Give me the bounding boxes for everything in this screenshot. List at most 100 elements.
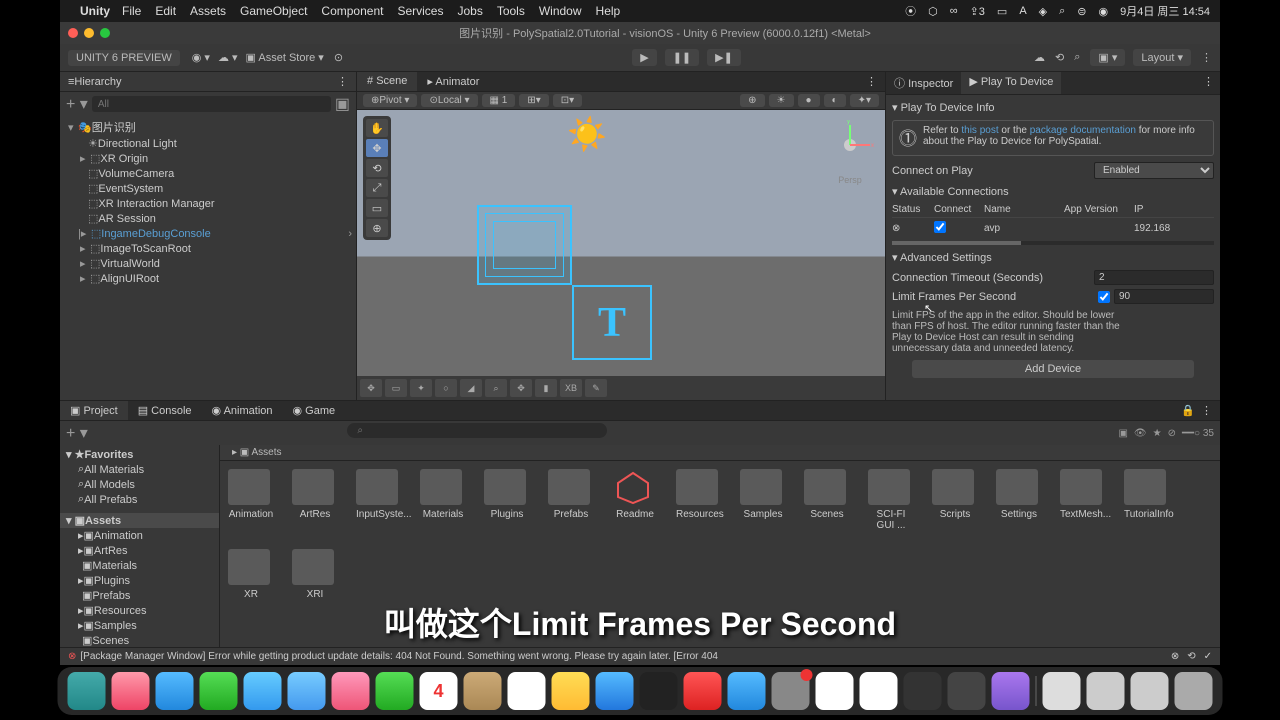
asset-folder[interactable]: Prefabs — [548, 469, 594, 531]
selected-object-1[interactable] — [477, 205, 572, 285]
asset-folder[interactable]: Animation — [228, 469, 274, 531]
favorites-header[interactable]: ▾ ★ Favorites — [60, 447, 219, 462]
dock-app[interactable] — [684, 672, 722, 710]
thumb-slider[interactable]: 35 — [1203, 428, 1214, 439]
step-button[interactable]: ▶❚ — [707, 49, 741, 66]
tree-folder[interactable]: ▣ Prefabs — [60, 588, 219, 603]
tree-folder[interactable]: ▣ Materials — [60, 558, 219, 573]
assets-header[interactable]: ▾ ▣ Assets — [60, 513, 219, 528]
search-toolbar-icon[interactable]: ⌕ — [1074, 51, 1080, 64]
hierarchy-search[interactable] — [92, 96, 331, 112]
record-icon[interactable]: ⦿ — [905, 3, 916, 19]
rect-tool[interactable]: ▭ — [366, 199, 388, 217]
available-header[interactable]: ▾ Available Connections — [892, 181, 1214, 202]
dock-app[interactable] — [816, 672, 854, 710]
directional-light-gizmo[interactable]: ☀️ — [567, 115, 607, 153]
add-button[interactable]: + ▾ — [66, 94, 88, 114]
scene-btn[interactable]: ○ — [435, 379, 457, 397]
dock-app[interactable]: 4 — [420, 672, 458, 710]
limitfps-checkbox[interactable] — [1098, 291, 1110, 303]
hierarchy-item[interactable]: ▸⬚ ImageToScanRoot — [60, 241, 356, 256]
filter-icon[interactable]: ⊘ — [1168, 428, 1176, 439]
lock-icon[interactable]: 🔒 — [1181, 404, 1195, 417]
pivot-dropdown[interactable]: ⊕Pivot ▾ — [363, 94, 417, 107]
wifi-icon[interactable]: ◈ — [1039, 5, 1047, 18]
status-icon[interactable]: ⟲ — [1187, 651, 1195, 662]
dock-app[interactable] — [948, 672, 986, 710]
asset-folder[interactable]: InputSyste... — [356, 469, 402, 531]
asset-folder[interactable]: TextMesh... — [1060, 469, 1106, 531]
dock-app[interactable] — [112, 672, 150, 710]
snap-dropdown[interactable]: ⊞▾ — [519, 94, 548, 107]
asset-folder[interactable]: Materials — [420, 469, 466, 531]
scene-btn[interactable]: ✥ — [510, 379, 532, 397]
add-device-button[interactable]: Add Device — [912, 360, 1194, 378]
hierarchy-item[interactable]: ⬚ EventSystem — [60, 181, 356, 196]
dock-app[interactable] — [244, 672, 282, 710]
hierarchy-item[interactable]: ⬚ AR Session — [60, 211, 356, 226]
asset-folder[interactable]: XRI — [292, 549, 338, 600]
input-icon[interactable]: A — [1019, 5, 1026, 17]
menu-services[interactable]: Services — [397, 4, 443, 18]
dock-app[interactable] — [596, 672, 634, 710]
menu-window[interactable]: Window — [539, 4, 582, 18]
asset-folder[interactable]: TutorialInfo — [1124, 469, 1170, 531]
gizmo-dropdown[interactable]: ✦▾ — [850, 94, 879, 107]
tree-folder[interactable]: ▸▣ Plugins — [60, 573, 219, 588]
asset-folder[interactable]: Readme — [612, 469, 658, 531]
dock-app[interactable] — [464, 672, 502, 710]
filter-icon[interactable]: ★ — [1153, 428, 1162, 439]
scene-root[interactable]: ▾🎭 图片识别 — [60, 118, 356, 136]
scene-btn[interactable]: ▮ — [535, 379, 557, 397]
cloud-icon[interactable]: ∞ — [950, 5, 958, 17]
dock-app[interactable] — [728, 672, 766, 710]
asset-folder[interactable]: Samples — [740, 469, 786, 531]
dock-trash[interactable] — [1175, 672, 1213, 710]
scale-tool[interactable]: ⤢ — [366, 179, 388, 197]
scene-btn[interactable]: ✥ — [360, 379, 382, 397]
rotate-tool[interactable]: ⟲ — [366, 159, 388, 177]
hierarchy-item[interactable]: |▸⬚ IngameDebugConsole› — [60, 226, 356, 241]
asset-folder[interactable]: Scripts — [932, 469, 978, 531]
hierarchy-tab[interactable]: ≡ Hierarchy⋮ — [60, 72, 356, 92]
dock-app[interactable] — [288, 672, 326, 710]
hand-tool[interactable]: ✋ — [366, 119, 388, 137]
upload-icon[interactable]: ⇪3 — [970, 5, 985, 18]
dock-app[interactable] — [200, 672, 238, 710]
battery-icon[interactable]: ▭ — [997, 5, 1007, 18]
status-icon[interactable]: ⊗ — [1171, 651, 1179, 662]
menu-file[interactable]: File — [122, 4, 141, 18]
asset-folder[interactable]: XR — [228, 549, 274, 600]
filter-icon[interactable]: ▣ — [335, 94, 350, 114]
settings-icon[interactable]: ⊙ — [334, 51, 343, 64]
status-icon[interactable]: ✓ — [1204, 651, 1212, 662]
grid-toggle[interactable]: ▦ 1 — [482, 94, 516, 107]
dock-app[interactable] — [332, 672, 370, 710]
asset-folder[interactable]: ArtRes — [292, 469, 338, 531]
layout-dropdown[interactable]: Layout ▾ — [1133, 49, 1191, 66]
advanced-header[interactable]: ▾ Advanced Settings — [892, 247, 1214, 268]
audio-icon[interactable]: ● — [798, 94, 820, 107]
dock-app[interactable] — [552, 672, 590, 710]
cam-icon[interactable]: ⊕ — [740, 94, 764, 107]
project-search[interactable] — [347, 423, 607, 438]
close-window-button[interactable] — [68, 28, 78, 38]
tree-folder[interactable]: ▸▣ Animation — [60, 528, 219, 543]
scene-btn[interactable]: ✎ — [585, 379, 607, 397]
hierarchy-item[interactable]: ⬚ VolumeCamera — [60, 166, 356, 181]
pause-button[interactable]: ❚❚ — [665, 49, 699, 66]
account-icon[interactable]: ◉ ▾ — [192, 51, 210, 64]
dock-app[interactable] — [156, 672, 194, 710]
info-link[interactable]: package documentation — [1030, 125, 1136, 136]
scene-btn[interactable]: ▭ — [385, 379, 407, 397]
section-header[interactable]: ▾ Play To Device Info — [892, 99, 1214, 116]
siri-icon[interactable]: ◉ — [1099, 5, 1109, 18]
scene-btn[interactable]: ⌕ — [485, 379, 507, 397]
app-name[interactable]: Unity — [80, 4, 110, 18]
layers-dropdown[interactable]: ▣ ▾ — [1090, 49, 1125, 66]
hierarchy-item[interactable]: ▸⬚ VirtualWorld — [60, 256, 356, 271]
cloud-icon[interactable]: ☁ ▾ — [218, 51, 238, 64]
animator-tab[interactable]: ▸ Animator — [417, 72, 489, 91]
selected-object-2[interactable]: T — [572, 285, 652, 360]
limitfps-input[interactable] — [1114, 289, 1214, 304]
